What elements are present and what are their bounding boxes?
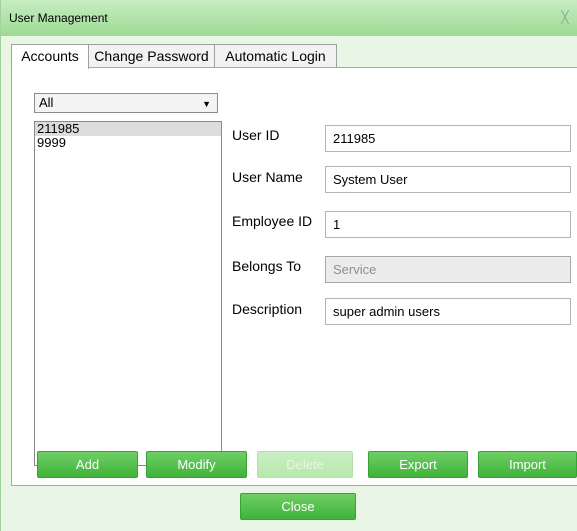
list-item[interactable]: 9999 — [35, 136, 221, 150]
description-label: Description — [232, 301, 303, 317]
accounts-panel: All ▼ 211985 9999 User ID 211985 User Na… — [11, 67, 577, 486]
tab-accounts[interactable]: Accounts — [11, 44, 89, 69]
tab-change-password[interactable]: Change Password — [88, 44, 215, 67]
account-list[interactable]: 211985 9999 — [34, 121, 222, 466]
user-id-label: User ID — [232, 127, 280, 143]
export-button[interactable]: Export — [368, 451, 468, 478]
employee-id-field[interactable]: 1 — [325, 211, 571, 238]
belongs-to-field: Service — [325, 256, 571, 283]
user-id-field[interactable]: 211985 — [325, 125, 571, 152]
chevron-down-icon: ▼ — [202, 99, 211, 109]
import-button[interactable]: Import — [478, 451, 577, 478]
employee-id-label: Employee ID — [232, 213, 313, 229]
tab-automatic-login[interactable]: Automatic Login — [214, 44, 337, 67]
user-name-field[interactable]: System User — [325, 166, 571, 193]
close-button[interactable]: Close — [240, 493, 356, 520]
user-management-window: User Management ╳ Accounts Change Passwo… — [0, 0, 577, 531]
filter-selected-value: All — [39, 95, 54, 110]
user-name-label: User Name — [232, 169, 303, 185]
belongs-to-label: Belongs To — [232, 258, 302, 274]
list-item[interactable]: 211985 — [35, 122, 221, 136]
modify-button[interactable]: Modify — [146, 451, 247, 478]
delete-button: Delete — [257, 451, 353, 478]
description-field[interactable]: super admin users — [325, 298, 571, 325]
window-title: User Management — [9, 11, 108, 25]
account-filter-select[interactable]: All ▼ — [34, 93, 218, 113]
close-icon[interactable]: ╳ — [556, 8, 574, 26]
add-button[interactable]: Add — [37, 451, 138, 478]
title-bar: User Management ╳ — [1, 0, 577, 36]
